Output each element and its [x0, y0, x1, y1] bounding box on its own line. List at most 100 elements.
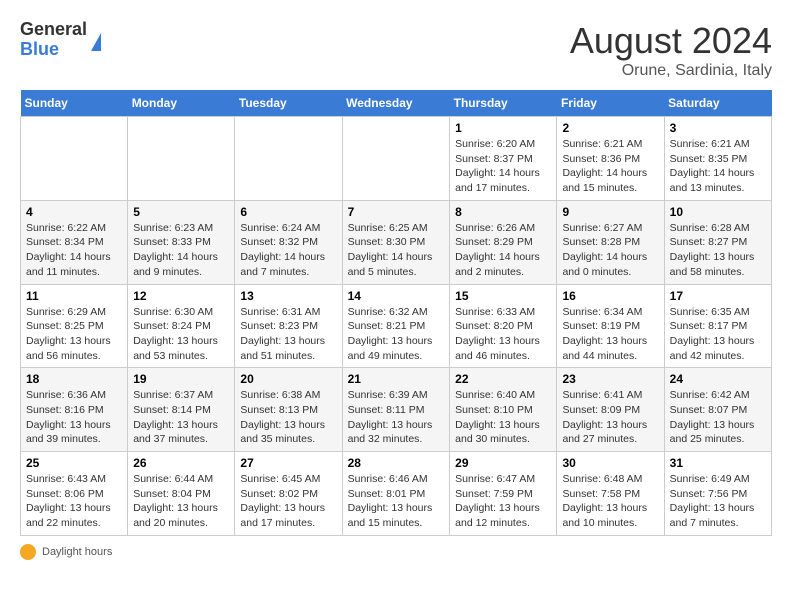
- day-number: 9: [562, 205, 658, 219]
- calendar-cell: 16Sunrise: 6:34 AM Sunset: 8:19 PM Dayli…: [557, 284, 664, 368]
- day-number: 28: [348, 456, 445, 470]
- day-info: Sunrise: 6:25 AM Sunset: 8:30 PM Dayligh…: [348, 221, 445, 280]
- calendar-cell: 27 Sunrise: 6:45 AM Sunset: 8:02 PM Dayli…: [235, 452, 342, 536]
- day-info: Sunrise: 6:33 AM Sunset: 8:20 PM Dayligh…: [455, 305, 551, 364]
- calendar-cell: 23Sunrise: 6:41 AM Sunset: 8:09 PM Dayli…: [557, 368, 664, 452]
- calendar-cell: 19Sunrise: 6:37 AM Sunset: 8:14 PM Dayli…: [128, 368, 235, 452]
- day-number: 26: [133, 456, 229, 470]
- day-number: 15: [455, 289, 551, 303]
- day-number: 7: [348, 205, 445, 219]
- day-info: Sunrise: 6:43 AM Sunset: 8:06 PM Dayligh…: [26, 472, 122, 531]
- day-number: 5: [133, 205, 229, 219]
- calendar-cell: 14 Sunrise: 6:32 AM Sunset: 8:21 PM Dayli…: [342, 284, 450, 368]
- day-info: Sunrise: 6:36 AM Sunset: 8:16 PM Dayligh…: [26, 388, 122, 447]
- day-info: Sunrise: 6:40 AM Sunset: 8:10 PM Dayligh…: [455, 388, 551, 447]
- calendar-cell: 29Sunrise: 6:47 AM Sunset: 7:59 PM Dayli…: [450, 452, 557, 536]
- calendar-cell: 9 Sunrise: 6:27 AM Sunset: 8:28 PM Daylig…: [557, 200, 664, 284]
- calendar-cell: 7 Sunrise: 6:25 AM Sunset: 8:30 PM Daylig…: [342, 200, 450, 284]
- day-info: Sunrise: 6:41 AM Sunset: 8:09 PM Dayligh…: [562, 388, 658, 447]
- day-number: 27: [240, 456, 336, 470]
- day-number: 17: [670, 289, 766, 303]
- calendar-cell: 21Sunrise: 6:39 AM Sunset: 8:11 PM Dayli…: [342, 368, 450, 452]
- logo-blue: Blue: [20, 40, 87, 60]
- day-number: 13: [240, 289, 336, 303]
- calendar-day-header: Wednesday: [342, 90, 450, 117]
- calendar-cell: 20 Sunrise: 6:38 AM Sunset: 8:13 PM Dayli…: [235, 368, 342, 452]
- day-info: Sunrise: 6:38 AM Sunset: 8:13 PM Dayligh…: [240, 388, 336, 447]
- sun-icon: [20, 544, 36, 560]
- calendar-week-row: 18 Sunrise: 6:36 AM Sunset: 8:16 PM Dayli…: [21, 368, 772, 452]
- logo-general: General: [20, 20, 87, 40]
- day-info: Sunrise: 6:46 AM Sunset: 8:01 PM Dayligh…: [348, 472, 445, 531]
- calendar-cell: 28 Sunrise: 6:46 AM Sunset: 8:01 PM Dayli…: [342, 452, 450, 536]
- day-info: Sunrise: 6:35 AM Sunset: 8:17 PM Dayligh…: [670, 305, 766, 364]
- calendar-cell: 26 Sunrise: 6:44 AM Sunset: 8:04 PM Dayli…: [128, 452, 235, 536]
- calendar-cell: 3Sunrise: 6:21 AM Sunset: 8:35 PM Daylig…: [664, 117, 771, 201]
- day-info: Sunrise: 6:44 AM Sunset: 8:04 PM Dayligh…: [133, 472, 229, 531]
- calendar-cell: 24 Sunrise: 6:42 AM Sunset: 8:07 PM Dayli…: [664, 368, 771, 452]
- day-info: Sunrise: 6:21 AM Sunset: 8:36 PM Dayligh…: [562, 137, 658, 196]
- day-info: Sunrise: 6:42 AM Sunset: 8:07 PM Dayligh…: [670, 388, 766, 447]
- calendar-cell: 30 Sunrise: 6:48 AM Sunset: 7:58 PM Dayli…: [557, 452, 664, 536]
- calendar-cell: [342, 117, 450, 201]
- day-number: 4: [26, 205, 122, 219]
- day-info: Sunrise: 6:32 AM Sunset: 8:21 PM Dayligh…: [348, 305, 445, 364]
- day-number: 29: [455, 456, 551, 470]
- day-number: 14: [348, 289, 445, 303]
- calendar-cell: 25Sunrise: 6:43 AM Sunset: 8:06 PM Dayli…: [21, 452, 128, 536]
- title-section: August 2024 Orune, Sardinia, Italy: [570, 20, 772, 80]
- calendar-cell: 18 Sunrise: 6:36 AM Sunset: 8:16 PM Dayli…: [21, 368, 128, 452]
- day-info: Sunrise: 6:22 AM Sunset: 8:34 PM Dayligh…: [26, 221, 122, 280]
- calendar-week-row: 1Sunrise: 6:20 AM Sunset: 8:37 PM Daylig…: [21, 117, 772, 201]
- calendar-cell: 1Sunrise: 6:20 AM Sunset: 8:37 PM Daylig…: [450, 117, 557, 201]
- calendar-cell: 31 Sunrise: 6:49 AM Sunset: 7:56 PM Dayli…: [664, 452, 771, 536]
- calendar-cell: 13 Sunrise: 6:31 AM Sunset: 8:23 PM Dayli…: [235, 284, 342, 368]
- day-info: Sunrise: 6:48 AM Sunset: 7:58 PM Dayligh…: [562, 472, 658, 531]
- day-info: Sunrise: 6:24 AM Sunset: 8:32 PM Dayligh…: [240, 221, 336, 280]
- day-number: 12: [133, 289, 229, 303]
- day-number: 20: [240, 372, 336, 386]
- calendar-cell: 22 Sunrise: 6:40 AM Sunset: 8:10 PM Dayli…: [450, 368, 557, 452]
- day-info: Sunrise: 6:34 AM Sunset: 8:19 PM Dayligh…: [562, 305, 658, 364]
- logo-text: General Blue: [20, 20, 87, 60]
- calendar-cell: 8Sunrise: 6:26 AM Sunset: 8:29 PM Daylig…: [450, 200, 557, 284]
- day-info: Sunrise: 6:45 AM Sunset: 8:02 PM Dayligh…: [240, 472, 336, 531]
- calendar-cell: 2 Sunrise: 6:21 AM Sunset: 8:36 PM Daylig…: [557, 117, 664, 201]
- calendar-cell: [235, 117, 342, 201]
- day-number: 11: [26, 289, 122, 303]
- calendar-cell: 4 Sunrise: 6:22 AM Sunset: 8:34 PM Daylig…: [21, 200, 128, 284]
- day-info: Sunrise: 6:31 AM Sunset: 8:23 PM Dayligh…: [240, 305, 336, 364]
- day-number: 31: [670, 456, 766, 470]
- calendar-cell: 6Sunrise: 6:24 AM Sunset: 8:32 PM Daylig…: [235, 200, 342, 284]
- day-info: Sunrise: 6:23 AM Sunset: 8:33 PM Dayligh…: [133, 221, 229, 280]
- day-number: 24: [670, 372, 766, 386]
- footer-label: Daylight hours: [42, 546, 112, 558]
- calendar-header-row: SundayMondayTuesdayWednesdayThursdayFrid…: [21, 90, 772, 117]
- day-number: 30: [562, 456, 658, 470]
- day-info: Sunrise: 6:39 AM Sunset: 8:11 PM Dayligh…: [348, 388, 445, 447]
- day-info: Sunrise: 6:30 AM Sunset: 8:24 PM Dayligh…: [133, 305, 229, 364]
- calendar-cell: [128, 117, 235, 201]
- day-number: 22: [455, 372, 551, 386]
- calendar-day-header: Friday: [557, 90, 664, 117]
- day-number: 10: [670, 205, 766, 219]
- calendar-cell: [21, 117, 128, 201]
- calendar-week-row: 25Sunrise: 6:43 AM Sunset: 8:06 PM Dayli…: [21, 452, 772, 536]
- calendar-day-header: Thursday: [450, 90, 557, 117]
- day-info: Sunrise: 6:28 AM Sunset: 8:27 PM Dayligh…: [670, 221, 766, 280]
- day-number: 18: [26, 372, 122, 386]
- logo: General Blue: [20, 20, 101, 60]
- logo-triangle-icon: [91, 33, 101, 51]
- day-info: Sunrise: 6:26 AM Sunset: 8:29 PM Dayligh…: [455, 221, 551, 280]
- calendar-cell: 11Sunrise: 6:29 AM Sunset: 8:25 PM Dayli…: [21, 284, 128, 368]
- calendar-cell: 10 Sunrise: 6:28 AM Sunset: 8:27 PM Dayli…: [664, 200, 771, 284]
- calendar-cell: 15 Sunrise: 6:33 AM Sunset: 8:20 PM Dayli…: [450, 284, 557, 368]
- day-info: Sunrise: 6:27 AM Sunset: 8:28 PM Dayligh…: [562, 221, 658, 280]
- calendar-table: SundayMondayTuesdayWednesdayThursdayFrid…: [20, 90, 772, 536]
- calendar-day-header: Monday: [128, 90, 235, 117]
- calendar-cell: 5 Sunrise: 6:23 AM Sunset: 8:33 PM Daylig…: [128, 200, 235, 284]
- location-subtitle: Orune, Sardinia, Italy: [570, 62, 772, 80]
- day-info: Sunrise: 6:49 AM Sunset: 7:56 PM Dayligh…: [670, 472, 766, 531]
- month-year-title: August 2024: [570, 20, 772, 62]
- day-number: 2: [562, 121, 658, 135]
